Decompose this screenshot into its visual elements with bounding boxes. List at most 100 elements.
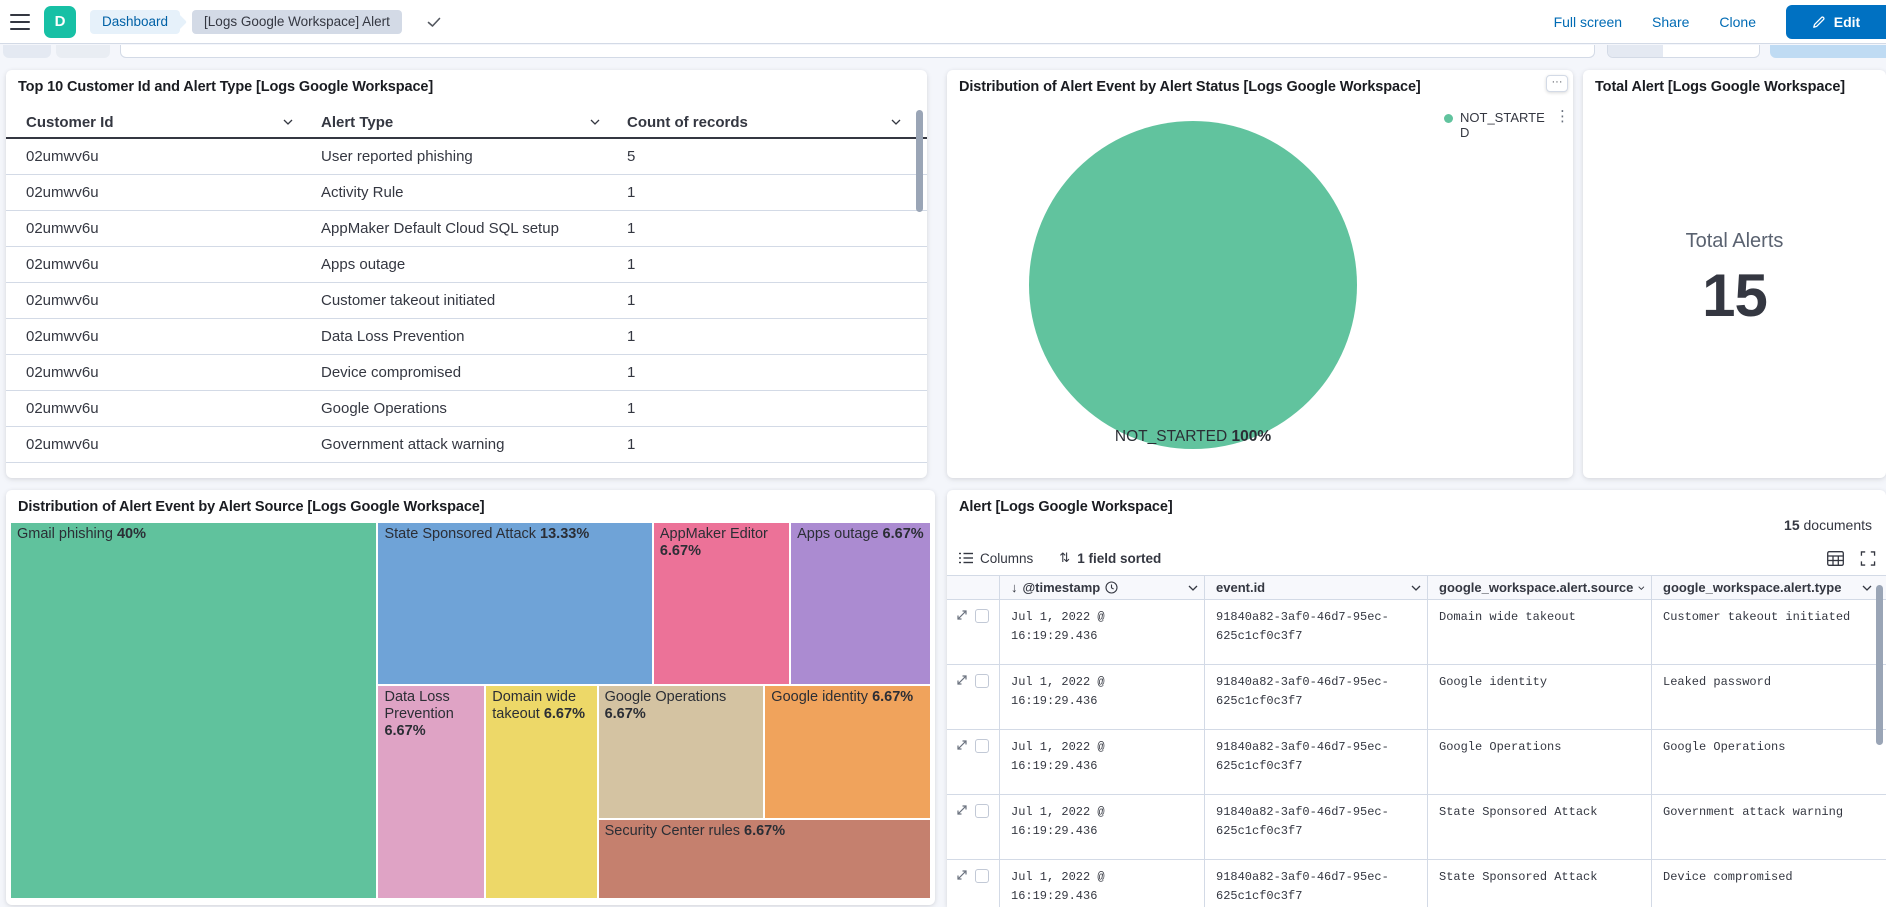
document-row: Jul 1, 2022 @ 16:19:29.436 91840a82-3af0… bbox=[947, 600, 1886, 665]
chevron-down-icon bbox=[1862, 585, 1872, 591]
table-row[interactable]: 02umwv6u User reported phishing 5 bbox=[6, 139, 927, 175]
expand-document-icon[interactable] bbox=[956, 869, 968, 881]
table-row[interactable]: 02umwv6u Device compromised 1 bbox=[6, 355, 927, 391]
share-link[interactable]: Share bbox=[1652, 14, 1689, 30]
col-header-customer-id[interactable]: Customer Id bbox=[6, 114, 305, 131]
select-document-checkbox[interactable] bbox=[975, 804, 989, 818]
cell-event-id[interactable]: 91840a82-3af0-46d7-95ec-625c1cf0c3f7 bbox=[1205, 600, 1428, 664]
cell-event-id[interactable]: 91840a82-3af0-46d7-95ec-625c1cf0c3f7 bbox=[1205, 795, 1428, 859]
filter-button-stub-2[interactable] bbox=[56, 45, 110, 58]
table-row[interactable]: 02umwv6u Government attack warning 1 bbox=[6, 427, 927, 463]
datagrid-toolbar: Columns ⇅ 1 field sorted bbox=[959, 547, 1876, 569]
table-row[interactable]: 02umwv6u Apps outage 1 bbox=[6, 247, 927, 283]
col-header-count[interactable]: Count of records bbox=[612, 114, 927, 131]
cell-alert-source[interactable]: Domain wide takeout bbox=[1428, 600, 1652, 664]
date-picker-stub[interactable] bbox=[1607, 45, 1760, 58]
table-row[interactable]: 02umwv6u AppMaker Default Cloud SQL setu… bbox=[6, 211, 927, 247]
select-document-checkbox[interactable] bbox=[975, 869, 989, 883]
document-row: Jul 1, 2022 @ 16:19:29.436 91840a82-3af0… bbox=[947, 730, 1886, 795]
document-row: Jul 1, 2022 @ 16:19:29.436 91840a82-3af0… bbox=[947, 860, 1886, 907]
sort-fields-button[interactable]: ⇅ 1 field sorted bbox=[1059, 550, 1161, 566]
col-header-timestamp[interactable]: ↓ @timestamp bbox=[1000, 576, 1205, 599]
treemap-cell[interactable]: Google Operations 6.67% bbox=[598, 685, 765, 818]
clock-icon bbox=[1105, 581, 1118, 594]
cell-alert-type[interactable]: Government attack warning bbox=[1652, 795, 1886, 859]
treemap-cell[interactable]: AppMaker Editor 6.67% bbox=[653, 522, 790, 685]
col-header-event-id[interactable]: event.id bbox=[1205, 576, 1428, 599]
expand-document-icon[interactable] bbox=[956, 609, 968, 621]
cell-count: 1 bbox=[612, 364, 927, 381]
full-screen-link[interactable]: Full screen bbox=[1554, 14, 1622, 30]
menu-icon[interactable] bbox=[10, 14, 30, 30]
table-row[interactable]: 02umwv6u Google Operations 1 bbox=[6, 391, 927, 427]
cell-alert-type[interactable]: Leaked password bbox=[1652, 665, 1886, 729]
expand-document-icon[interactable] bbox=[956, 804, 968, 816]
chevron-down-icon bbox=[283, 119, 293, 125]
expand-document-icon[interactable] bbox=[956, 739, 968, 751]
cell-event-id[interactable]: 91840a82-3af0-46d7-95ec-625c1cf0c3f7 bbox=[1205, 860, 1428, 907]
cell-alert-type[interactable]: Customer takeout initiated bbox=[1652, 600, 1886, 664]
treemap-chart: Gmail phishing 40% State Sponsored Attac… bbox=[10, 522, 931, 899]
legend-kebab-icon[interactable]: ⋮ bbox=[1555, 110, 1570, 140]
treemap-cell[interactable]: Google identity 6.67% bbox=[764, 685, 931, 818]
pie-slice[interactable] bbox=[1029, 121, 1357, 449]
cell-alert-type[interactable]: Google Operations bbox=[1652, 730, 1886, 794]
cell-alert-type: Device compromised bbox=[305, 364, 612, 381]
treemap-cell[interactable]: Gmail phishing 40% bbox=[10, 522, 377, 899]
cell-timestamp[interactable]: Jul 1, 2022 @ 16:19:29.436 bbox=[1000, 600, 1205, 664]
cell-alert-source[interactable]: Google Operations bbox=[1428, 730, 1652, 794]
cell-event-id[interactable]: 91840a82-3af0-46d7-95ec-625c1cf0c3f7 bbox=[1205, 730, 1428, 794]
panel-options-icon[interactable]: ··· bbox=[1546, 75, 1568, 92]
breadcrumb-dashboard[interactable]: Dashboard bbox=[90, 10, 180, 34]
panel-alert-source-treemap: Distribution of Alert Event by Alert Sou… bbox=[6, 490, 935, 905]
treemap-cell[interactable]: Apps outage 6.67% bbox=[790, 522, 931, 685]
clone-link[interactable]: Clone bbox=[1719, 14, 1756, 30]
edit-button[interactable]: Edit bbox=[1786, 5, 1886, 39]
cell-customer-id: 02umwv6u bbox=[6, 292, 305, 309]
expand-document-icon[interactable] bbox=[956, 674, 968, 686]
cell-event-id[interactable]: 91840a82-3af0-46d7-95ec-625c1cf0c3f7 bbox=[1205, 665, 1428, 729]
treemap-cell[interactable]: Domain wide takeout 6.67% bbox=[485, 685, 597, 899]
search-input-stub[interactable] bbox=[120, 45, 1595, 58]
filter-button-stub[interactable] bbox=[3, 45, 51, 58]
select-document-checkbox[interactable] bbox=[975, 609, 989, 623]
document-row: Jul 1, 2022 @ 16:19:29.436 91840a82-3af0… bbox=[947, 795, 1886, 860]
cell-timestamp[interactable]: Jul 1, 2022 @ 16:19:29.436 bbox=[1000, 795, 1205, 859]
deployment-logo[interactable]: D bbox=[44, 6, 76, 38]
update-button-stub[interactable] bbox=[1770, 45, 1886, 58]
select-document-checkbox[interactable] bbox=[975, 739, 989, 753]
chevron-down-icon bbox=[891, 119, 901, 125]
treemap-cell[interactable]: Data Loss Prevention 6.67% bbox=[377, 685, 485, 899]
treemap-cell[interactable]: Security Center rules 6.67% bbox=[598, 819, 931, 899]
chevron-down-icon bbox=[590, 119, 600, 125]
col-header-alert-type[interactable]: Alert Type bbox=[305, 114, 612, 131]
table-row[interactable]: 02umwv6u Data Loss Prevention 1 bbox=[6, 319, 927, 355]
saved-check-icon bbox=[426, 14, 442, 30]
metric-label: Total Alerts bbox=[1583, 230, 1886, 253]
cell-timestamp[interactable]: Jul 1, 2022 @ 16:19:29.436 bbox=[1000, 730, 1205, 794]
select-document-checkbox[interactable] bbox=[975, 674, 989, 688]
sort-icon: ⇅ bbox=[1059, 550, 1070, 566]
table-row[interactable]: 02umwv6u Customer takeout initiated 1 bbox=[6, 283, 927, 319]
columns-button[interactable]: Columns bbox=[959, 551, 1033, 566]
panel-total-alerts: Total Alert [Logs Google Workspace] Tota… bbox=[1583, 70, 1886, 478]
cell-alert-source[interactable]: Google identity bbox=[1428, 665, 1652, 729]
cell-alert-source[interactable]: State Sponsored Attack bbox=[1428, 795, 1652, 859]
cell-timestamp[interactable]: Jul 1, 2022 @ 16:19:29.436 bbox=[1000, 665, 1205, 729]
cell-count: 1 bbox=[612, 256, 927, 273]
col-header-alert-source[interactable]: google_workspace.alert.source bbox=[1428, 576, 1652, 599]
breadcrumb-current-page: [Logs Google Workspace] Alert bbox=[192, 10, 402, 34]
query-bar-cropped bbox=[0, 45, 1886, 58]
table-row[interactable]: 02umwv6u Activity Rule 1 bbox=[6, 175, 927, 211]
grid-scrollbar[interactable] bbox=[1876, 585, 1883, 745]
cell-alert-type: Government attack warning bbox=[305, 436, 612, 453]
cell-alert-source[interactable]: State Sponsored Attack bbox=[1428, 860, 1652, 907]
col-header-alert-type[interactable]: google_workspace.alert.type bbox=[1652, 576, 1886, 599]
cell-alert-type[interactable]: Device compromised bbox=[1652, 860, 1886, 907]
table-scrollbar[interactable] bbox=[916, 110, 923, 212]
cell-timestamp[interactable]: Jul 1, 2022 @ 16:19:29.436 bbox=[1000, 860, 1205, 907]
treemap-cell[interactable]: State Sponsored Attack 13.33% bbox=[377, 522, 652, 685]
legend-label[interactable]: NOT_STARTED bbox=[1460, 110, 1546, 140]
display-options-icon[interactable] bbox=[1827, 551, 1844, 566]
fullscreen-icon[interactable] bbox=[1860, 551, 1876, 566]
